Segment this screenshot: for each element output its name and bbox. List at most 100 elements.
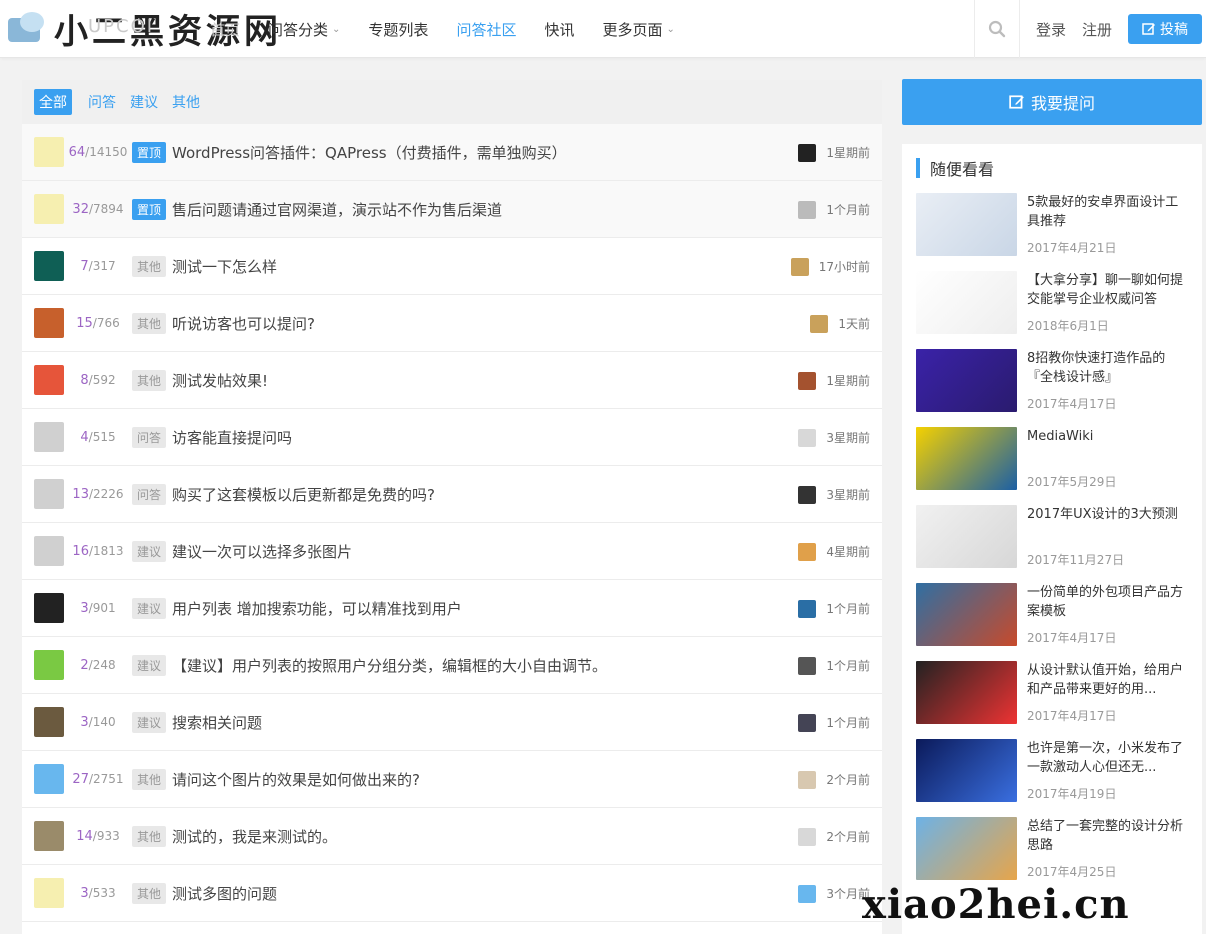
- category-badge[interactable]: 问答: [132, 483, 167, 505]
- register-link[interactable]: 注册: [1082, 19, 1112, 40]
- avatar[interactable]: [34, 365, 64, 395]
- question-row[interactable]: 13/2226 问答 购买了这套模板以后更新都是免费的吗? 3星期前: [22, 466, 882, 523]
- post-title[interactable]: 【大拿分享】聊一聊如何提交能掌号企业权威问答: [1027, 271, 1187, 309]
- question-title[interactable]: 测试多图的问题: [172, 883, 277, 904]
- last-replier-avatar[interactable]: [798, 713, 817, 732]
- question-title[interactable]: 建议一次可以选择多张图片: [172, 541, 352, 562]
- question-title[interactable]: 听说访客也可以提问?: [172, 313, 315, 334]
- category-badge[interactable]: 建议: [132, 597, 167, 619]
- question-row[interactable]: 3/901 建议 用户列表 增加搜索功能，可以精准找到用户 1个月前: [22, 580, 882, 637]
- post-title[interactable]: 2017年UX设计的3大预测: [1027, 505, 1187, 524]
- category-badge[interactable]: 置顶: [132, 198, 167, 220]
- ask-question-button[interactable]: 我要提问: [902, 79, 1202, 125]
- post-title[interactable]: 一份简单的外包项目产品方案模板: [1027, 583, 1187, 621]
- question-title[interactable]: 【建议】用户列表的按照用户分组分类，编辑框的大小自由调节。: [172, 655, 607, 676]
- avatar[interactable]: [34, 764, 64, 794]
- avatar[interactable]: [34, 593, 64, 623]
- post-thumbnail[interactable]: [916, 193, 1017, 256]
- nav-item-more-pages[interactable]: 更多页面 ⌄: [602, 19, 674, 40]
- last-replier-avatar[interactable]: [798, 884, 817, 903]
- last-replier-avatar[interactable]: [798, 599, 817, 618]
- question-row[interactable]: 16/1813 建议 建议一次可以选择多张图片 4星期前: [22, 523, 882, 580]
- nav-item-topics[interactable]: 专题列表: [368, 19, 428, 40]
- question-title[interactable]: 测试一下怎么样: [172, 256, 277, 277]
- question-title[interactable]: 测试发帖效果!: [172, 370, 268, 391]
- sidebar-post[interactable]: 从设计默认值开始，给用户和产品带来更好的用... 2017年4月17日: [916, 661, 1190, 725]
- post-title[interactable]: 从设计默认值开始，给用户和产品带来更好的用...: [1027, 661, 1187, 699]
- question-title[interactable]: 用户列表 增加搜索功能，可以精准找到用户: [172, 598, 462, 619]
- sidebar-post[interactable]: MediaWiki 2017年5月29日: [916, 427, 1190, 491]
- last-replier-avatar[interactable]: [810, 314, 829, 333]
- question-row[interactable]: 3/533 其他 测试多图的问题 3个月前: [22, 865, 882, 922]
- avatar[interactable]: [34, 251, 64, 281]
- category-badge[interactable]: 其他: [132, 255, 167, 277]
- avatar[interactable]: [34, 479, 64, 509]
- post-thumbnail[interactable]: [916, 349, 1017, 412]
- post-thumbnail[interactable]: [916, 271, 1017, 334]
- submit-post-button[interactable]: 投稿: [1128, 14, 1202, 44]
- sidebar-post[interactable]: 2017年UX设计的3大预测 2017年11月27日: [916, 505, 1190, 569]
- question-row[interactable]: 32/7894 置顶 售后问题请通过官网渠道，演示站不作为售后渠道 1个月前: [22, 181, 882, 238]
- question-row[interactable]: 2/248 建议 【建议】用户列表的按照用户分组分类，编辑框的大小自由调节。 1个月前: [22, 637, 882, 694]
- category-badge[interactable]: 其他: [132, 312, 167, 334]
- category-badge[interactable]: 其他: [132, 768, 167, 790]
- nav-item-qa-categories[interactable]: 问答分类 ⌄: [268, 19, 340, 40]
- category-badge[interactable]: 其他: [132, 825, 167, 847]
- category-badge[interactable]: 其他: [132, 882, 167, 904]
- post-title[interactable]: MediaWiki: [1027, 427, 1187, 446]
- post-title[interactable]: 也许是第一次，小米发布了一款激动人心但还无...: [1027, 739, 1187, 777]
- post-thumbnail[interactable]: [916, 661, 1017, 724]
- post-title[interactable]: 5款最好的安卓界面设计工具推荐: [1027, 193, 1187, 231]
- filter-suggestion[interactable]: 建议: [130, 92, 158, 112]
- avatar[interactable]: [34, 194, 64, 224]
- post-title[interactable]: 总结了一套完整的设计分析思路: [1027, 817, 1187, 855]
- filter-all[interactable]: 全部: [34, 89, 72, 115]
- avatar[interactable]: [34, 650, 64, 680]
- post-thumbnail[interactable]: [916, 505, 1017, 568]
- question-row[interactable]: 15/766 其他 听说访客也可以提问? 1天前: [22, 295, 882, 352]
- question-row[interactable]: 27/2751 其他 请问这个图片的效果是如何做出来的? 2个月前: [22, 751, 882, 808]
- category-badge[interactable]: 其他: [132, 369, 167, 391]
- avatar[interactable]: [34, 878, 64, 908]
- avatar[interactable]: [34, 707, 64, 737]
- filter-qa[interactable]: 问答: [88, 92, 116, 112]
- last-replier-avatar[interactable]: [798, 143, 817, 162]
- last-replier-avatar[interactable]: [798, 827, 817, 846]
- question-row[interactable]: 3/140 建议 搜索相关问题 1个月前: [22, 694, 882, 751]
- category-badge[interactable]: 问答: [132, 426, 167, 448]
- question-row[interactable]: 7/317 其他 测试一下怎么样 17小时前: [22, 238, 882, 295]
- post-thumbnail[interactable]: [916, 427, 1017, 490]
- login-link[interactable]: 登录: [1036, 19, 1066, 40]
- question-row[interactable]: 8/592 其他 测试发帖效果! 1星期前: [22, 352, 882, 409]
- avatar[interactable]: [34, 821, 64, 851]
- post-thumbnail[interactable]: [916, 739, 1017, 802]
- nav-item-news[interactable]: 快讯: [544, 19, 574, 40]
- sidebar-post[interactable]: 8招教你快速打造作品的『全栈设计感』 2017年4月17日: [916, 349, 1190, 413]
- question-title[interactable]: 请问这个图片的效果是如何做出来的?: [172, 769, 420, 790]
- question-row[interactable]: 64/14150 置顶 WordPress问答插件：QAPress（付费插件，需单独…: [22, 124, 882, 181]
- category-badge[interactable]: 建议: [132, 540, 167, 562]
- category-badge[interactable]: 建议: [132, 654, 167, 676]
- post-thumbnail[interactable]: [916, 583, 1017, 646]
- question-title[interactable]: 访客能直接提问吗: [172, 427, 292, 448]
- sidebar-post[interactable]: 【大拿分享】聊一聊如何提交能掌号企业权威问答 2018年6月1日: [916, 271, 1190, 335]
- question-title[interactable]: 测试的，我是来测试的。: [172, 826, 337, 847]
- last-replier-avatar[interactable]: [798, 656, 817, 675]
- post-title[interactable]: 8招教你快速打造作品的『全栈设计感』: [1027, 349, 1187, 387]
- filter-other[interactable]: 其他: [172, 92, 200, 112]
- question-row[interactable]: 4/515 问答 访客能直接提问吗 3星期前: [22, 409, 882, 466]
- last-replier-avatar[interactable]: [798, 485, 817, 504]
- sidebar-post[interactable]: 也许是第一次，小米发布了一款激动人心但还无... 2017年4月19日: [916, 739, 1190, 803]
- question-title[interactable]: 购买了这套模板以后更新都是免费的吗?: [172, 484, 435, 505]
- last-replier-avatar[interactable]: [798, 770, 817, 789]
- nav-item-home[interactable]: 首页: [210, 19, 240, 40]
- last-replier-avatar[interactable]: [798, 542, 817, 561]
- question-title[interactable]: 搜索相关问题: [172, 712, 262, 733]
- sidebar-post[interactable]: 5款最好的安卓界面设计工具推荐 2017年4月21日: [916, 193, 1190, 257]
- nav-item-qa-community[interactable]: 问答社区: [456, 19, 516, 40]
- last-replier-avatar[interactable]: [790, 257, 809, 276]
- avatar[interactable]: [34, 137, 64, 167]
- question-title[interactable]: WordPress问答插件：QAPress（付费插件，需单独购买）: [172, 142, 567, 163]
- last-replier-avatar[interactable]: [798, 428, 817, 447]
- category-badge[interactable]: 建议: [132, 711, 167, 733]
